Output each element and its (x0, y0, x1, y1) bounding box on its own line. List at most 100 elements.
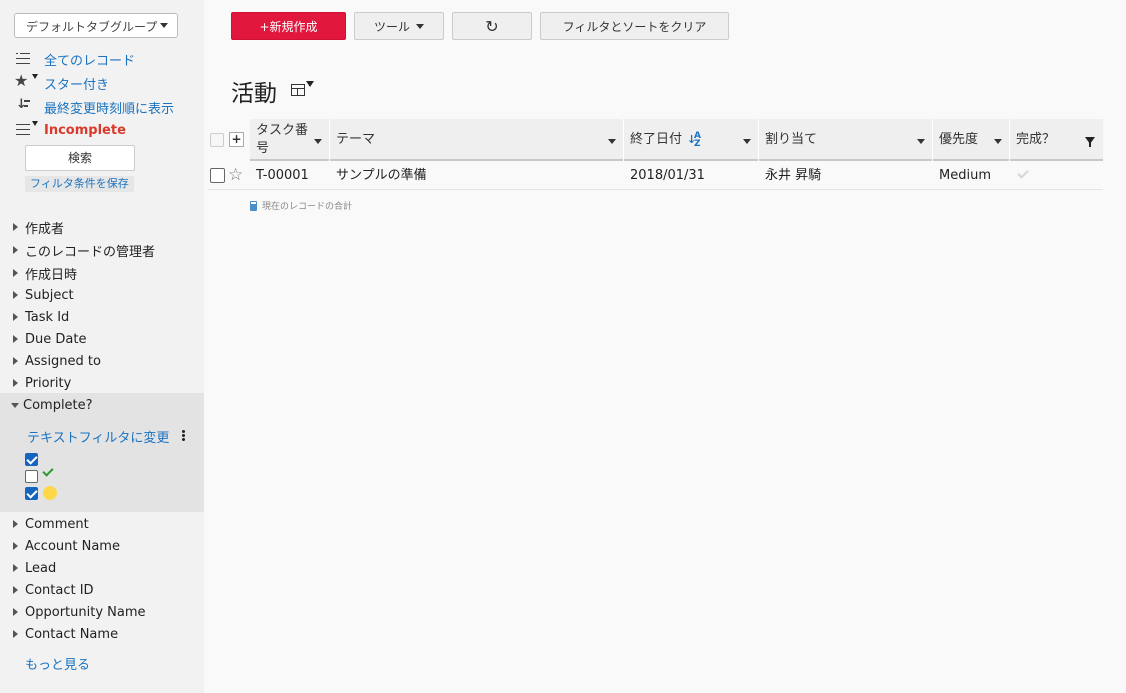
new-record-button[interactable]: +新規作成 (231, 12, 346, 40)
facet-contact-name[interactable]: Contact Name (12, 624, 118, 644)
view-incomplete[interactable]: Incomplete (14, 120, 126, 140)
sidebar: デフォルトタブグループ 全てのレコード ★ スター付き ↓ 最終変更時刻順に表示… (0, 0, 204, 693)
more-options-icon[interactable] (182, 430, 186, 442)
chevron-right-icon (13, 608, 18, 616)
facet-label: Priority (25, 375, 72, 391)
page-title: 活動 (231, 81, 277, 107)
facet-label: Opportunity Name (25, 604, 146, 620)
chevron-right-icon (13, 586, 18, 594)
facet-label: Complete? (23, 397, 93, 413)
facet-label: Assigned to (25, 353, 101, 369)
more-link[interactable]: もっと見る (25, 654, 90, 673)
cell-priority: Medium (939, 168, 991, 183)
view-label: 全てのレコード (44, 53, 136, 69)
refresh-icon: ↻ (485, 16, 499, 36)
check-icon (1017, 167, 1029, 179)
facet-complete[interactable]: Complete? (11, 395, 93, 415)
star-icon: ★ (14, 71, 44, 93)
column-label: タスク番号 (256, 123, 309, 156)
clear-filter-sort-button[interactable]: フィルタとソートをクリア (540, 12, 729, 40)
refresh-button[interactable]: ↻ (452, 12, 532, 40)
cell-theme[interactable]: サンプルの準備 (330, 163, 427, 190)
view-last-modified[interactable]: ↓ 最終変更時刻順に表示 (14, 97, 174, 117)
chevron-right-icon (13, 630, 18, 638)
view-label: スター付き (44, 77, 110, 93)
facet-label: Subject (25, 287, 74, 303)
search-button[interactable]: 検索 (25, 145, 135, 171)
column-header-end-date[interactable]: 終了日付 ↓ A Z (624, 119, 759, 161)
chevron-down-icon[interactable] (743, 139, 751, 144)
facet-label: Lead (25, 560, 57, 576)
save-filter-link[interactable]: フィルタ条件を保存 (25, 176, 134, 192)
facet-created-date[interactable]: 作成日時 (12, 263, 77, 283)
chevron-down-icon (11, 402, 19, 408)
facet-label: Due Date (25, 331, 87, 347)
facet-due-date[interactable]: Due Date (12, 329, 86, 349)
tools-label: ツール (373, 19, 410, 34)
column-header-theme[interactable]: テーマ (330, 119, 624, 161)
chevron-down-icon[interactable] (608, 139, 616, 144)
chevron-right-icon (13, 520, 18, 528)
chevron-right-icon (13, 223, 18, 231)
row-checkbox[interactable] (210, 168, 225, 183)
column-label: 優先度 (939, 132, 979, 147)
column-label: 完成？ (1016, 132, 1056, 147)
chevron-down-icon[interactable] (306, 81, 314, 87)
complete-pending-checkbox[interactable] (25, 487, 38, 500)
chevron-down-icon[interactable] (314, 139, 322, 144)
view-label: Incomplete (44, 122, 126, 138)
tag-group-label: デフォルトタブグループ (26, 20, 158, 34)
view-all-records[interactable]: 全てのレコード (14, 49, 135, 69)
text-filter-link[interactable]: テキストフィルタに変更 (27, 427, 169, 446)
facet-opportunity-name[interactable]: Opportunity Name (12, 602, 146, 622)
sort-az-icon[interactable]: ↓ A Z (687, 132, 701, 149)
table-row[interactable]: ☆ T-00001 サンプルの準備 2018/01/31 永井 昇騎 Mediu… (208, 163, 1103, 190)
facet-label: Task Id (25, 309, 70, 325)
cell-end-date: 2018/01/31 (630, 168, 705, 183)
list-icon (14, 49, 44, 69)
column-header-task-id[interactable]: タスク番号 (250, 119, 330, 161)
complete-true-checkbox[interactable] (25, 470, 38, 483)
facet-creator[interactable]: 作成者 (12, 217, 64, 237)
chevron-right-icon (13, 313, 18, 321)
tag-group-select[interactable]: デフォルトタブグループ (14, 13, 178, 38)
filter-icon[interactable] (1085, 137, 1095, 147)
yellow-dot-icon (43, 486, 57, 500)
chevron-right-icon (13, 379, 18, 387)
tools-button[interactable]: ツール (354, 12, 444, 40)
chevron-right-icon (13, 246, 18, 254)
column-label: 終了日付 (630, 132, 683, 147)
add-column-button[interactable]: + (229, 132, 244, 147)
table-view-icon[interactable] (291, 84, 305, 96)
facet-subject[interactable]: Subject (12, 285, 74, 305)
cell-task-id[interactable]: T-00001 (250, 163, 309, 190)
facet-priority[interactable]: Priority (12, 373, 71, 393)
complete-blank-checkbox[interactable] (25, 453, 38, 466)
facet-account-name[interactable]: Account Name (12, 536, 120, 556)
chevron-down-icon[interactable] (994, 139, 1002, 144)
chevron-down-icon[interactable] (917, 139, 925, 144)
facet-contact-id[interactable]: Contact ID (12, 580, 94, 600)
column-header-complete[interactable]: 完成？ (1010, 119, 1103, 161)
new-record-label: +新規作成 (259, 19, 318, 34)
facet-comment[interactable]: Comment (12, 514, 89, 534)
record-total-link[interactable]: 現在のレコードの合計 (250, 199, 352, 212)
column-header-assignee[interactable]: 割り当て (759, 119, 933, 161)
column-header-priority[interactable]: 優先度 (933, 119, 1010, 161)
facet-label: Contact ID (25, 582, 94, 598)
facet-assigned-to[interactable]: Assigned to (12, 351, 101, 371)
facet-label: 作成日時 (25, 267, 78, 283)
column-label: テーマ (336, 132, 376, 147)
view-starred[interactable]: ★ スター付き (14, 71, 110, 93)
chevron-down-icon (416, 23, 424, 29)
sort-icon: ↓ (14, 97, 44, 117)
facet-label: Contact Name (25, 626, 119, 642)
select-all-checkbox[interactable] (210, 133, 224, 147)
clear-label: フィルタとソートをクリア (562, 19, 707, 34)
facet-label: Account Name (25, 538, 120, 554)
star-icon[interactable]: ☆ (228, 165, 243, 185)
facet-lead[interactable]: Lead (12, 558, 56, 578)
facet-owner[interactable]: このレコードの管理者 (12, 240, 155, 260)
facet-task-id[interactable]: Task Id (12, 307, 69, 327)
chevron-right-icon (13, 335, 18, 343)
